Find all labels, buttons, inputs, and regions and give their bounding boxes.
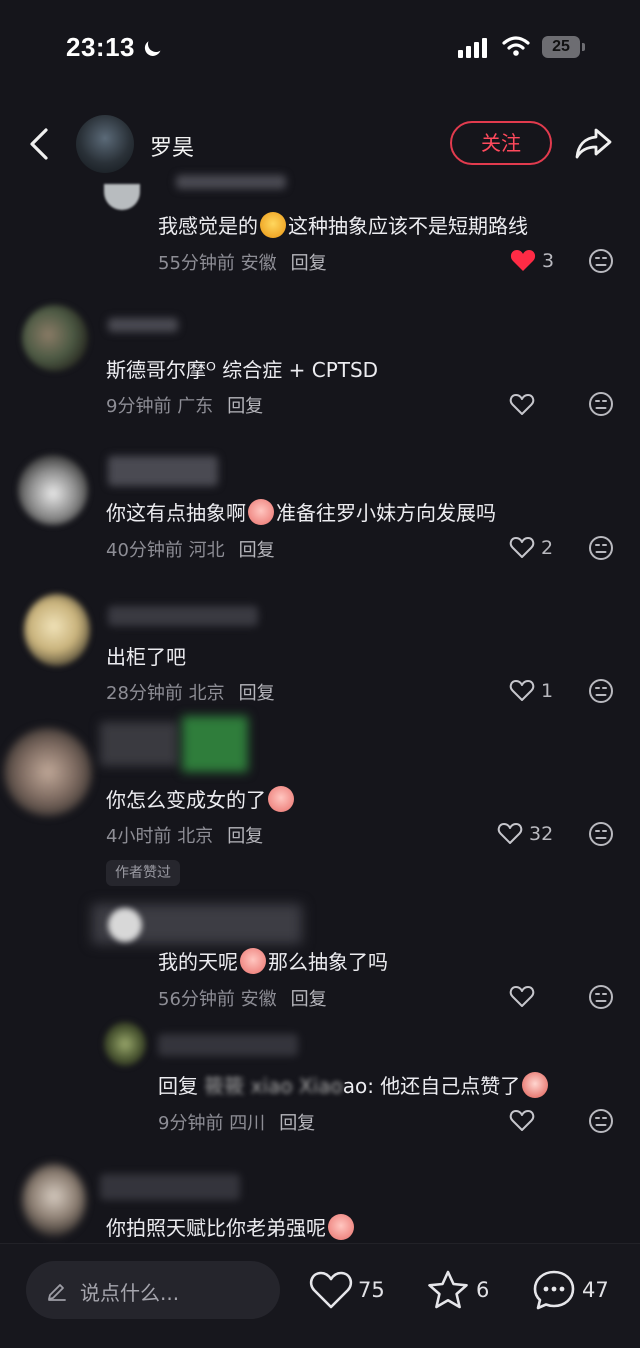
emoji-reaction-icon[interactable] [588, 535, 614, 561]
blurred-username[interactable] [158, 1034, 298, 1056]
favorite-star-icon[interactable] [426, 1269, 470, 1311]
like-count: 1 [541, 679, 554, 702]
like-count: 2 [541, 536, 554, 559]
commenter-avatar[interactable] [24, 594, 90, 666]
blurred-username[interactable] [108, 456, 218, 486]
emoji-reaction-icon[interactable] [588, 391, 614, 417]
heart-outline-icon [497, 823, 523, 844]
comment-text: 我感觉是的 这种抽象应该不是短期路线 [158, 212, 528, 238]
comment-text: 你这有点抽象啊 准备往罗小妹方向发展吗 [106, 499, 496, 525]
reply-button[interactable]: 回复 [227, 396, 263, 417]
signal-strength-icon [458, 38, 492, 58]
reply-button[interactable]: 回复 [227, 826, 263, 847]
follow-button[interactable]: 关注 [450, 121, 552, 165]
commenter-avatar[interactable] [22, 305, 88, 371]
reply-button[interactable]: 回复 [239, 683, 275, 704]
like-count: 3 [542, 249, 555, 272]
comment-text: 回复 筱筱 xiao Xiaoao: 他还自己点赞了 [158, 1070, 550, 1099]
comment-meta: 4小时前 北京 回复 [106, 826, 264, 847]
crying-emoji-icon [328, 1214, 354, 1240]
comment-meta: 9分钟前 四川 回复 [158, 1113, 316, 1134]
comment-meta: 28分钟前 北京 回复 [106, 683, 275, 704]
back-chevron-icon[interactable] [26, 126, 56, 162]
reply-button[interactable]: 回复 [291, 989, 327, 1010]
emoji-reaction-icon[interactable] [588, 248, 614, 274]
heart-filled-icon [510, 250, 536, 271]
smug-emoji-icon [260, 212, 286, 238]
like-count: 32 [529, 822, 554, 845]
comment-meta: 40分钟前 河北 回复 [106, 540, 275, 561]
like-button[interactable] [509, 985, 535, 1008]
comment-text: 斯德哥尔摩ᴼ 综合症 + CPTSD [106, 358, 379, 382]
crying-emoji-icon [248, 499, 274, 525]
post-comment-count: 47 [582, 1278, 609, 1302]
blurred-username[interactable] [108, 318, 178, 332]
heart-outline-icon [509, 1110, 535, 1131]
comment-meta: 56分钟前 安徽 回复 [158, 989, 327, 1010]
comment-bubble-icon[interactable] [532, 1268, 576, 1312]
comment-meta: 9分钟前 广东 回复 [106, 396, 264, 417]
commenter-avatar[interactable] [104, 1022, 146, 1066]
angry-emoji-icon [522, 1072, 549, 1098]
comment-meta: 55分钟前 安徽 回复 [158, 253, 327, 274]
blurred-username[interactable] [176, 175, 286, 189]
emoji-reaction-icon[interactable] [588, 821, 614, 847]
like-button[interactable]: 32 [497, 822, 553, 845]
blurred-username[interactable] [100, 722, 178, 766]
blurred-username-sticker [182, 716, 248, 772]
like-button[interactable]: 3 [510, 249, 554, 272]
heart-outline-icon [509, 986, 535, 1007]
like-button[interactable]: 1 [509, 679, 553, 702]
blurred-username[interactable] [100, 1174, 240, 1200]
comment-input-placeholder[interactable]: 说点什么... [80, 1277, 179, 1306]
pencil-icon [48, 1284, 66, 1301]
post-star-count: 6 [476, 1278, 490, 1302]
heart-outline-icon [509, 394, 535, 415]
wifi-icon [502, 36, 530, 56]
commenter-avatar[interactable] [22, 1164, 86, 1236]
battery-tip [582, 43, 585, 51]
reply-button[interactable]: 回复 [239, 540, 275, 561]
commenter-avatar[interactable] [108, 908, 142, 942]
commenter-avatar[interactable] [18, 455, 88, 525]
blurred-username[interactable] [108, 606, 258, 626]
reply-button[interactable]: 回复 [279, 1113, 315, 1134]
emoji-reaction-icon[interactable] [588, 984, 614, 1010]
like-button[interactable] [509, 1109, 535, 1132]
comment-text: 你拍照天赋比你老弟强呢 [106, 1212, 356, 1241]
crying-emoji-icon [240, 948, 266, 974]
commenter-avatar[interactable] [4, 728, 92, 816]
heart-outline-icon [509, 537, 535, 558]
emoji-reaction-icon[interactable] [588, 1108, 614, 1134]
crying-emoji-icon [268, 786, 294, 812]
comment-text: 你怎么变成女的了 [106, 784, 296, 813]
author-avatar[interactable] [76, 115, 134, 173]
status-time: 23:13 [66, 32, 135, 62]
share-icon[interactable] [574, 124, 614, 162]
like-button[interactable] [509, 393, 535, 416]
heart-outline-icon [509, 680, 535, 701]
like-button[interactable]: 2 [509, 536, 553, 559]
do-not-disturb-moon-icon [146, 34, 166, 54]
author-liked-badge: 作者赞过 [106, 860, 180, 886]
reply-button[interactable]: 回复 [291, 253, 327, 274]
battery-indicator: 25 [542, 36, 580, 58]
comment-text: 出柜了吧 [106, 645, 186, 669]
emoji-reaction-icon[interactable] [588, 678, 614, 704]
post-like-count: 75 [358, 1278, 385, 1302]
comment-text: 我的天呢 那么抽象了吗 [158, 948, 388, 974]
author-username[interactable]: 罗昊 [150, 130, 194, 162]
like-post-heart-icon[interactable] [309, 1270, 353, 1310]
commenter-avatar[interactable] [104, 184, 140, 210]
